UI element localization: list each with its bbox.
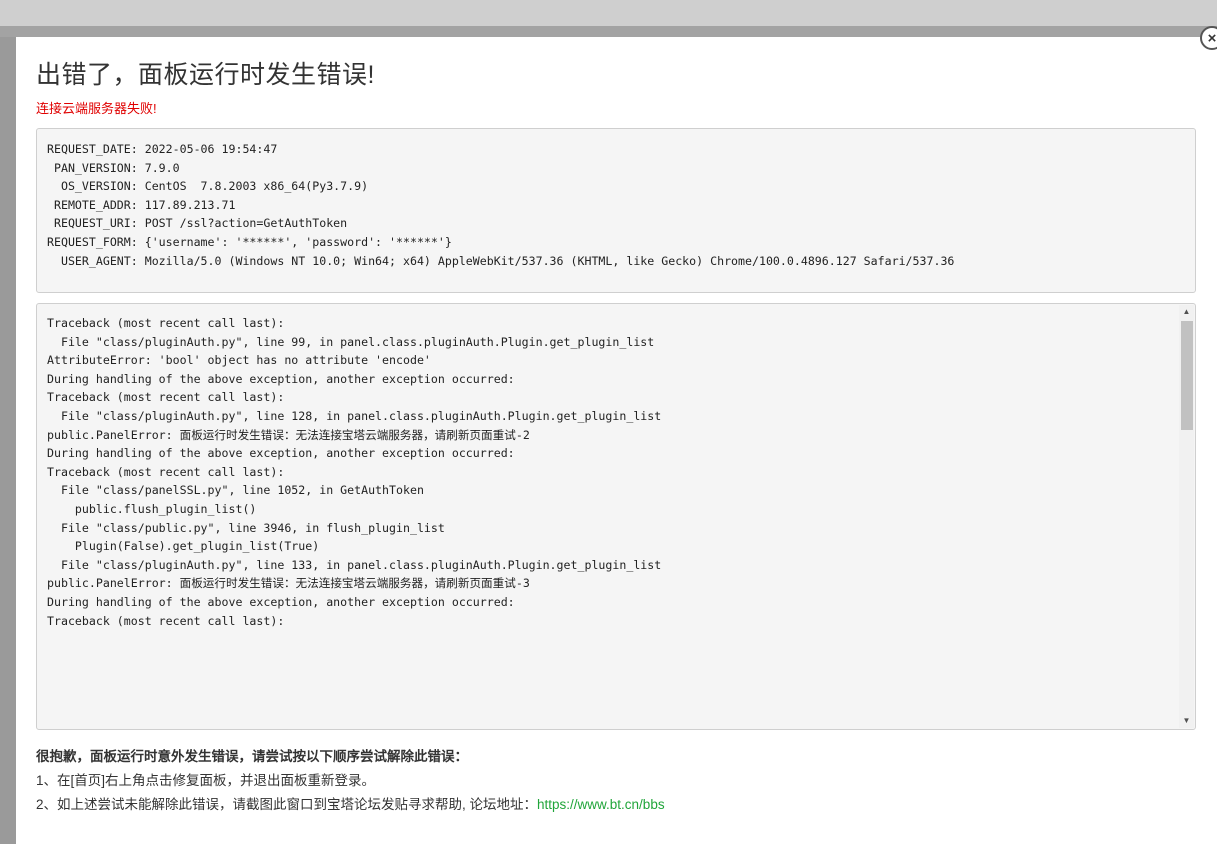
backdrop-band: [0, 26, 1217, 37]
traceback-scrollbar[interactable]: ▲ ▼: [1179, 305, 1194, 728]
traceback-line: public.PanelError: 面板运行时发生错误：无法连接宝塔云端服务器…: [47, 427, 530, 442]
traceback-line: File "class/pluginAuth.py", line 99, in …: [47, 334, 655, 349]
traceback-content: Traceback (most recent call last): File …: [47, 314, 1175, 630]
traceback-line: File "class/public.py", line 3946, in fl…: [47, 520, 445, 535]
help-section: 很抱歉，面板运行时意外发生错误，请尝试按以下顺序尝试解除此错误： 1、在[首页]…: [36, 745, 665, 817]
traceback-line: Traceback (most recent call last):: [47, 390, 285, 405]
backdrop-top: [0, 0, 1217, 26]
help-step-2-text: 2、如上述尝试未能解除此错误，请截图此窗口到宝塔论坛发贴寻求帮助, 论坛地址：: [36, 797, 538, 812]
traceback-line: During handling of the above exception, …: [47, 594, 515, 609]
traceback-line: public.PanelError: 面板运行时发生错误：无法连接宝塔云端服务器…: [47, 576, 530, 591]
dialog-subtitle: 连接云端服务器失败!: [36, 101, 157, 116]
request-info-line: OS_VERSION: CentOS 7.8.2003 x86_64(Py3.7…: [47, 179, 369, 194]
traceback-line: public.flush_plugin_list(): [47, 501, 257, 516]
traceback-line: Traceback (most recent call last):: [47, 464, 285, 479]
request-info-line: USER_AGENT: Mozilla/5.0 (Windows NT 10.0…: [47, 253, 955, 268]
traceback-line: During handling of the above exception, …: [47, 446, 515, 461]
traceback-line: During handling of the above exception, …: [47, 371, 515, 386]
traceback-line: AttributeError: 'bool' object has no att…: [47, 353, 431, 368]
help-step-1: 1、在[首页]右上角点击修复面板，并退出面板重新登录。: [36, 773, 376, 788]
scroll-up-arrow-icon[interactable]: ▲: [1179, 305, 1194, 319]
forum-link[interactable]: https://www.bt.cn/bbs: [537, 797, 665, 812]
request-info-box: REQUEST_DATE: 2022-05-06 19:54:47 PAN_VE…: [36, 128, 1196, 293]
request-info-line: REMOTE_ADDR: 117.89.213.71: [47, 197, 236, 212]
traceback-line: Traceback (most recent call last):: [47, 316, 285, 330]
error-dialog: 出错了，面板运行时发生错误! 连接云端服务器失败! REQUEST_DATE: …: [16, 37, 1217, 844]
traceback-line: File "class/pluginAuth.py", line 128, in…: [47, 408, 662, 423]
help-step-2: 2、如上述尝试未能解除此错误，请截图此窗口到宝塔论坛发贴寻求帮助, 论坛地址：h…: [36, 793, 665, 817]
request-info-line: PAN_VERSION: 7.9.0: [47, 160, 180, 175]
traceback-line: Traceback (most recent call last):: [47, 613, 285, 628]
traceback-line: Plugin(False).get_plugin_list(True): [47, 539, 320, 554]
close-icon[interactable]: ×: [1200, 26, 1217, 50]
request-info-line: REQUEST_FORM: {'username': '******', 'pa…: [47, 234, 452, 249]
traceback-box[interactable]: Traceback (most recent call last): File …: [36, 303, 1196, 730]
dialog-title: 出错了，面板运行时发生错误!: [36, 61, 375, 89]
traceback-line: File "class/panelSSL.py", line 1052, in …: [47, 483, 424, 498]
request-info-line: REQUEST_URI: POST /ssl?action=GetAuthTok…: [47, 216, 348, 231]
request-info-line: REQUEST_DATE: 2022-05-06 19:54:47: [47, 142, 278, 156]
scroll-thumb[interactable]: [1181, 321, 1193, 430]
traceback-line: File "class/pluginAuth.py", line 133, in…: [47, 557, 662, 572]
help-title: 很抱歉，面板运行时意外发生错误，请尝试按以下顺序尝试解除此错误：: [36, 749, 468, 764]
scroll-down-arrow-icon[interactable]: ▼: [1179, 714, 1194, 728]
